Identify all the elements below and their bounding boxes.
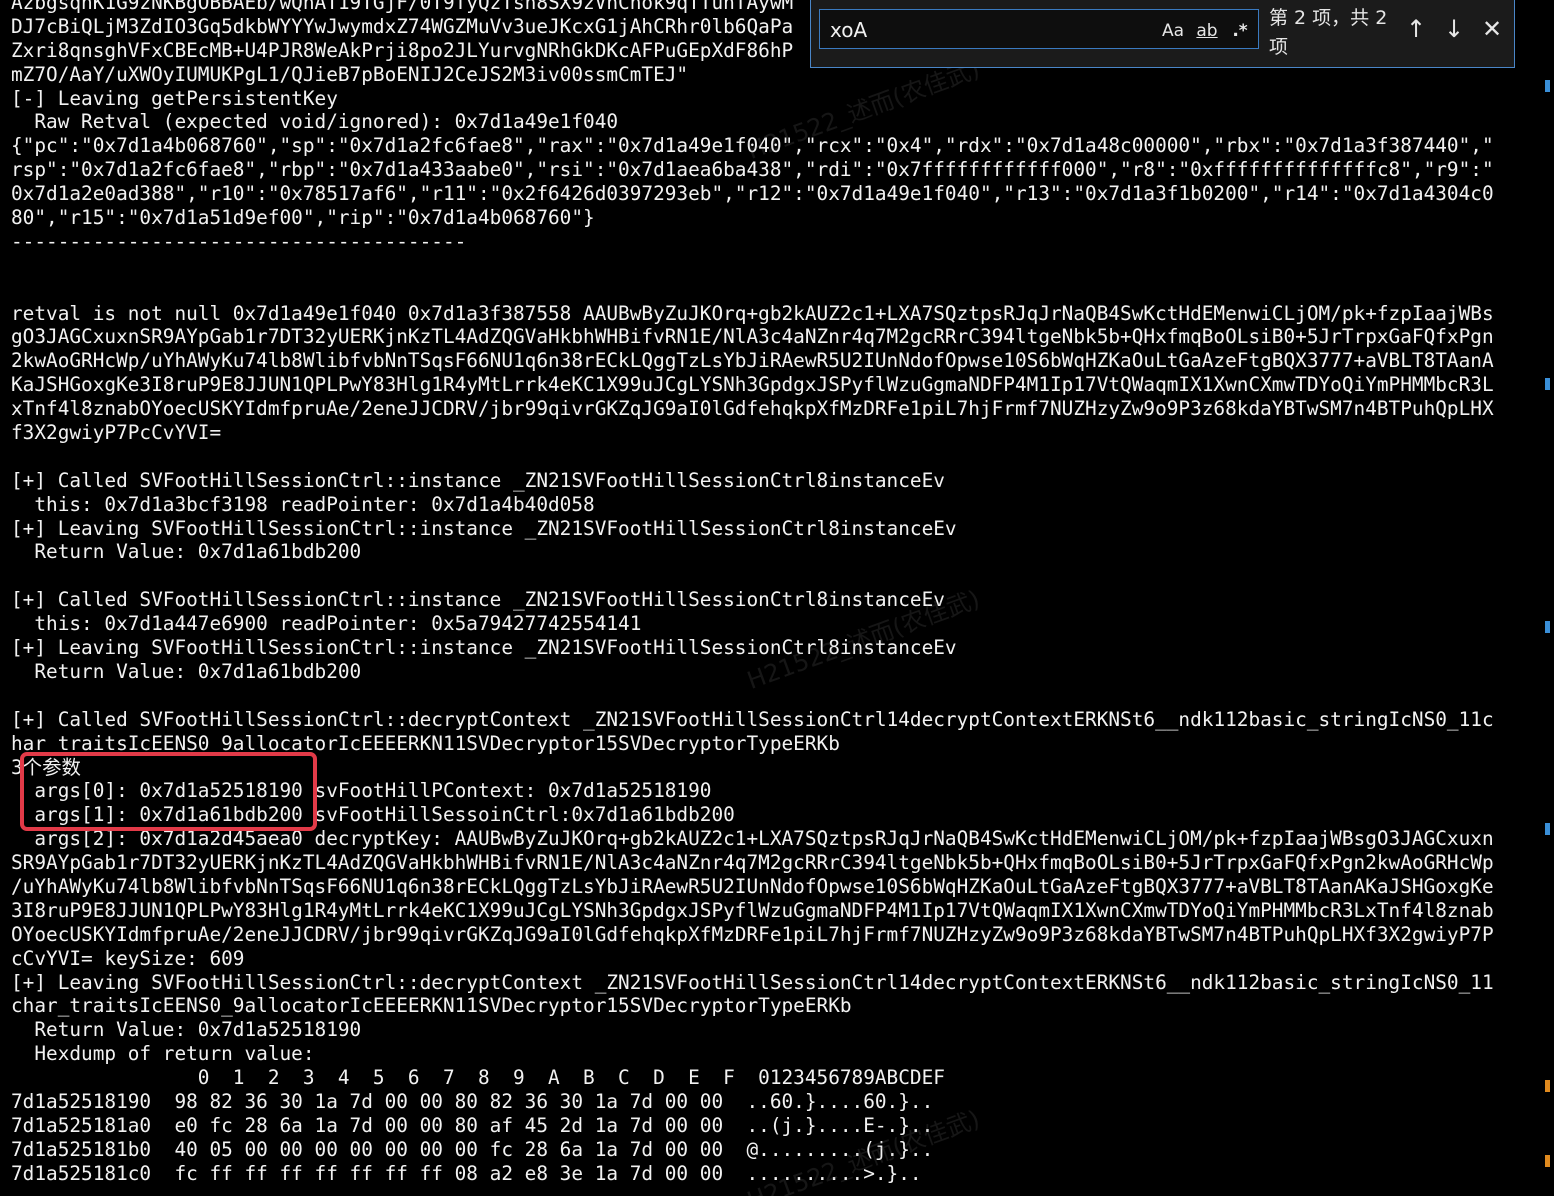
terminal-view[interactable]: AzbgsqhK1G9zNKBgOBBAEb/wQnAT19TGjF/0T9Ty…	[0, 0, 1554, 1196]
terminal-line: char_traitsIcEENS0_9allocatorIcEEEERKN11…	[11, 994, 852, 1018]
terminal-line: this: 0x7d1a447e6900 readPointer: 0x5a79…	[11, 612, 642, 636]
terminal-line: f3X2gwiyP7PcCvYVI=	[11, 421, 222, 445]
terminal-line: Hexdump of return value:	[11, 1042, 315, 1066]
terminal-line: Return Value: 0x7d1a61bdb200	[11, 540, 362, 564]
terminal-line: retval is not null 0x7d1a49e1f040 0x7d1a…	[11, 301, 1494, 325]
terminal-line: [+] Leaving SVFootHillSessionCtrl::insta…	[11, 516, 957, 540]
terminal-line: SR9AYpGab1r7DT32yUERKjnKzTL4AdZQGVaHkbhW…	[11, 851, 1494, 875]
terminal-line: 7d1a525181b0 40 05 00 00 00 00 00 00 00 …	[11, 1137, 934, 1161]
prev-match-button[interactable]: ↑	[1401, 14, 1431, 44]
terminal-line: cCvYVI= keySize: 609	[11, 946, 245, 970]
scroll-marker	[1545, 823, 1550, 835]
close-find-button[interactable]: ✕	[1477, 14, 1507, 44]
scroll-marker	[1545, 621, 1550, 633]
scroll-marker	[1545, 80, 1550, 92]
scroll-marker	[1545, 1080, 1550, 1092]
scroll-marker	[1545, 1155, 1550, 1167]
close-icon: ✕	[1481, 15, 1503, 43]
terminal-line: 80","r15":"0x7d1a51d9ef00","rip":"0x7d1a…	[11, 206, 595, 230]
terminal-line: this: 0x7d1a3bcf3198 readPointer: 0x7d1a…	[11, 492, 595, 516]
terminal-line: 0 1 2 3 4 5 6 7 8 9 A B C D E F 01234567…	[11, 1066, 945, 1090]
terminal-line: 3I8ruP9E8JJUN1QPLPwY83Hlg1R4yMtLrrk4eKC1…	[11, 898, 1494, 922]
find-input[interactable]	[820, 10, 1162, 50]
next-match-button[interactable]: ↓	[1439, 14, 1469, 44]
terminal-line: 7d1a525181a0 e0 fc 28 6a 1a 7d 00 00 80 …	[11, 1113, 934, 1137]
terminal-line: xTnf4l8znabOYoecUSKYIdmfpruAe/2eneJJCDRV…	[11, 397, 1494, 421]
scroll-marker	[1545, 378, 1550, 390]
terminal-line: ---------------------------------------	[11, 229, 467, 253]
terminal-line: /uYhAWyKu74lb8WlibfvbNnTSqsF66NU1q6n38rE…	[11, 874, 1494, 898]
terminal-line: KaJSHGoxgKe3I8ruP9E8JJUN1QPLPwY83Hlg1R4y…	[11, 373, 1494, 397]
terminal-output: AzbgsqhK1G9zNKBgOBBAEb/wQnAT19TGjF/0T9Ty…	[11, 0, 1494, 1186]
terminal-line: 2kwAoGRHcWp/uYhAWyKu74lb8WlibfvbNnTSqsF6…	[11, 349, 1494, 373]
terminal-line: [-] Leaving getPersistentKey	[11, 86, 338, 110]
find-widget: Aa ab .* 第 2 项，共 2 项 ↑ ↓ ✕	[810, 0, 1515, 68]
terminal-line: 7d1a52518190 98 82 36 30 1a 7d 00 00 80 …	[11, 1089, 934, 1113]
terminal-line: [+] Called SVFootHillSessionCtrl::instan…	[11, 468, 945, 492]
regex-button[interactable]: .*	[1226, 18, 1254, 44]
terminal-line: 0x7d1a2e0ad388","r10":"0x78517af6","r11"…	[11, 182, 1494, 206]
terminal-line: Return Value: 0x7d1a52518190	[11, 1018, 362, 1042]
terminal-line: [+] Called SVFootHillSessionCtrl::instan…	[11, 588, 945, 612]
match-case-button[interactable]: Aa	[1158, 18, 1188, 44]
arrow-up-icon: ↑	[1405, 15, 1427, 43]
arrow-down-icon: ↓	[1443, 15, 1465, 43]
terminal-line: [+] Leaving SVFootHillSessionCtrl::decry…	[11, 970, 1494, 994]
args-highlight-box	[20, 752, 317, 831]
terminal-line: OYoecUSKYIdmfpruAe/2eneJJCDRV/jbr99qivrG…	[11, 922, 1494, 946]
terminal-line: [+] Called SVFootHillSessionCtrl::decryp…	[11, 707, 1494, 731]
terminal-line: [+] Leaving SVFootHillSessionCtrl::insta…	[11, 636, 957, 660]
whole-word-button[interactable]: ab	[1192, 18, 1222, 44]
scrollbar[interactable]	[1538, 0, 1554, 1196]
terminal-line: gO3JAGCxuxnSR9AYpGab1r7DT32yUERKjnKzTL4A…	[11, 325, 1494, 349]
find-input-box: Aa ab .*	[819, 9, 1259, 50]
match-count: 第 2 项，共 2 项	[1269, 7, 1388, 58]
